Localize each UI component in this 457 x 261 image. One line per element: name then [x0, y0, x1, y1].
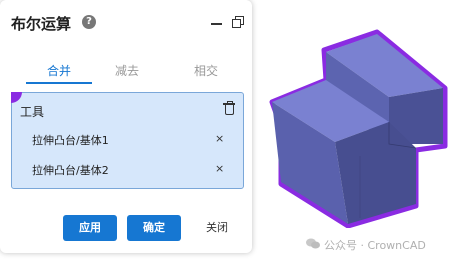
- wechat-icon: [306, 238, 320, 249]
- tab-subtract[interactable]: 减去: [92, 62, 162, 79]
- minimize-icon[interactable]: [211, 23, 222, 25]
- active-selection-marker: [11, 92, 22, 103]
- apply-button[interactable]: 应用: [63, 215, 117, 241]
- close-button[interactable]: 关闭: [194, 215, 240, 241]
- boolean-operation-panel: 布尔运算 ? 合并 减去 相交 工具 拉伸凸台/基体1 × 拉伸凸台/基体2 ×…: [0, 0, 252, 253]
- tool-item-extrude-1[interactable]: 拉伸凸台/基体1: [32, 132, 109, 148]
- remove-item-1-icon[interactable]: ×: [215, 132, 224, 145]
- tool-item-extrude-2[interactable]: 拉伸凸台/基体2: [32, 162, 109, 178]
- confirm-button[interactable]: 确定: [127, 215, 181, 241]
- active-tab-indicator: [26, 82, 92, 84]
- panel-title: 布尔运算: [11, 15, 72, 33]
- operation-tabs: 合并 减去 相交: [10, 60, 245, 84]
- question-circle-icon[interactable]: ?: [82, 15, 96, 29]
- 3d-viewport[interactable]: [260, 28, 455, 228]
- tab-intersect[interactable]: 相交: [171, 62, 241, 79]
- tools-selection-box[interactable]: 工具 拉伸凸台/基体1 × 拉伸凸台/基体2 ×: [11, 92, 244, 189]
- trash-icon[interactable]: [223, 101, 235, 116]
- watermark-text: 公众号 · CrownCAD: [324, 239, 426, 252]
- restore-window-icon[interactable]: [232, 16, 244, 28]
- remove-item-2-icon[interactable]: ×: [215, 162, 224, 175]
- tools-label: 工具: [20, 105, 45, 119]
- tab-union[interactable]: 合并: [24, 62, 94, 79]
